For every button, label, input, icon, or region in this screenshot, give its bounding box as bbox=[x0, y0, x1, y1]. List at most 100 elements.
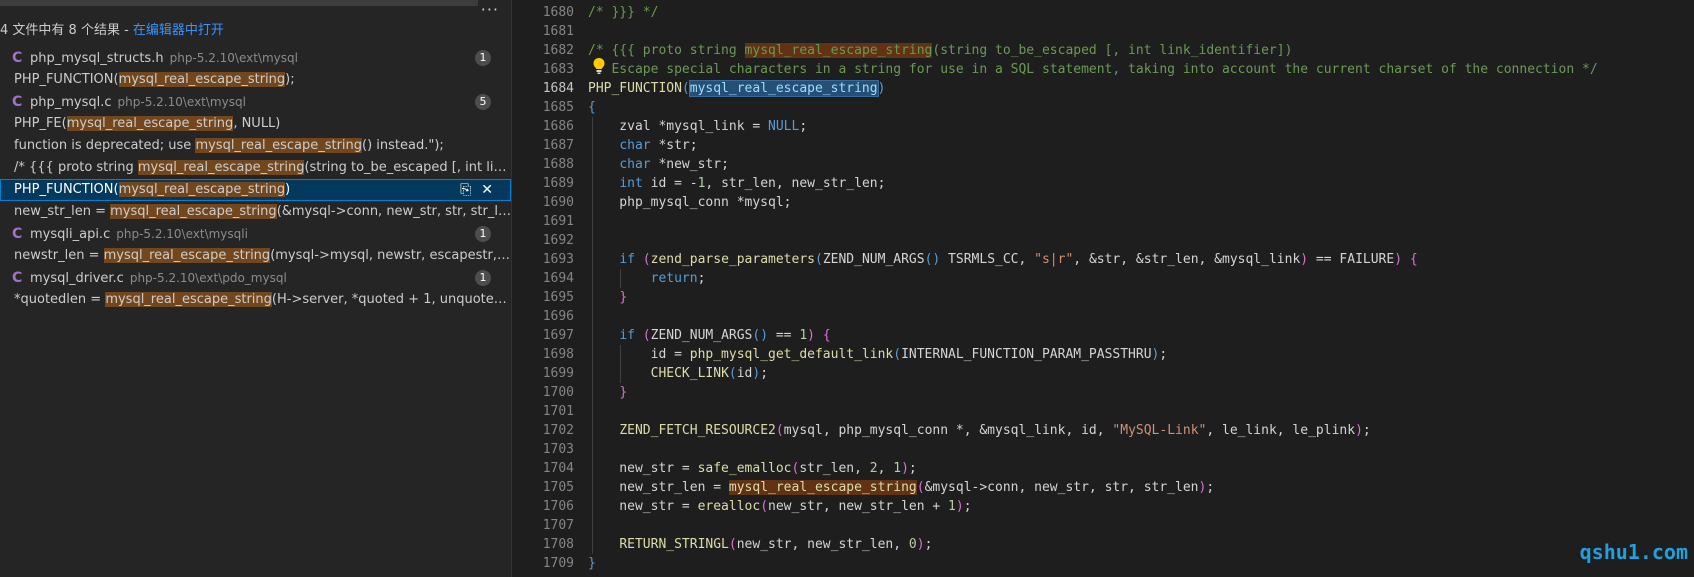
code-token: safe_emalloc bbox=[697, 461, 792, 476]
line-number: 1708 bbox=[542, 537, 574, 552]
search-summary-text: 4 文件中有 8 个结果 - bbox=[0, 23, 133, 38]
search-match-row[interactable]: newstr_len = mysql_real_escape_string(my… bbox=[0, 245, 511, 267]
file-path: php-5.2.10\ext\mysql bbox=[169, 51, 298, 65]
line-number: 1703 bbox=[542, 442, 574, 457]
file-name: mysql_driver.c bbox=[30, 271, 124, 286]
code-token: ; bbox=[799, 119, 808, 134]
code-line[interactable]: } bbox=[588, 288, 627, 307]
search-match-row[interactable]: new_str_len = mysql_real_escape_string(&… bbox=[0, 201, 511, 223]
search-match-row[interactable]: function is deprecated; use mysql_real_e… bbox=[0, 135, 511, 157]
code-token: char bbox=[619, 157, 651, 172]
match-highlight: mysql_real_escape_string bbox=[118, 72, 286, 87]
code-line[interactable]: Escape special characters in a string fo… bbox=[588, 60, 1598, 79]
code-token: ( bbox=[642, 328, 651, 343]
search-match-row[interactable]: PHP_FE(mysql_real_escape_string, NULL) bbox=[0, 113, 511, 135]
code-line[interactable]: zval *mysql_link = NULL; bbox=[588, 117, 807, 136]
code-line[interactable]: new_str_len = mysql_real_escape_string(&… bbox=[588, 478, 1214, 497]
code-line[interactable]: id = php_mysql_get_default_link(INTERNAL… bbox=[588, 345, 1168, 364]
open-in-editor-link[interactable]: 在编辑器中打开 bbox=[133, 23, 224, 38]
line-number: 1699 bbox=[542, 366, 574, 381]
code-token: ) bbox=[1394, 252, 1403, 267]
code-line[interactable]: { bbox=[588, 98, 596, 117]
search-file-row[interactable]: Cmysql_driver.c php-5.2.10\ext\pdo_mysql 1 bbox=[0, 267, 511, 289]
file-path: php-5.2.10\ext\mysqli bbox=[116, 227, 248, 241]
code-line[interactable]: /* }}} */ bbox=[588, 3, 658, 22]
match-count-badge: 1 bbox=[475, 270, 491, 286]
code-token: ) bbox=[955, 499, 964, 514]
code-line[interactable]: } bbox=[588, 554, 596, 573]
code-token: ) bbox=[807, 328, 815, 343]
match-suffix: (&mysql->conn, new_str, str, str_len); bbox=[276, 204, 511, 219]
line-number: 1686 bbox=[542, 119, 574, 134]
match-suffix: , NULL) bbox=[233, 116, 281, 131]
file-path: php-5.2.10\ext\pdo_mysql bbox=[129, 271, 287, 285]
code-line[interactable]: /* {{{ proto string mysql_real_escape_st… bbox=[588, 41, 1292, 60]
code-token: ; bbox=[963, 499, 972, 514]
code-token: php_mysql_conn *mysql; bbox=[588, 195, 792, 210]
line-number: 1694 bbox=[542, 271, 574, 286]
code-token: ; bbox=[1159, 347, 1168, 362]
code-line[interactable]: char *str; bbox=[588, 136, 697, 155]
code-token: ; bbox=[760, 366, 769, 381]
code-line[interactable]: int id = -1, str_len, new_str_len; bbox=[588, 174, 885, 193]
search-match-row[interactable]: PHP_FUNCTION(mysql_real_escape_string); bbox=[0, 69, 511, 91]
code-token: (string to_be_escaped [, int link_identi… bbox=[932, 43, 1293, 58]
code-line[interactable]: ZEND_FETCH_RESOURCE2(mysql, php_mysql_co… bbox=[588, 421, 1370, 440]
code-token: ZEND_NUM_ARGS bbox=[650, 328, 753, 343]
replace-icon[interactable]: ⎘ bbox=[460, 182, 471, 198]
search-match-row[interactable]: /* {{{ proto string mysql_real_escape_st… bbox=[0, 157, 511, 179]
code-line[interactable]: char *new_str; bbox=[588, 155, 729, 174]
code-token: zval *mysql_link = bbox=[588, 119, 769, 134]
line-number: 1690 bbox=[542, 195, 574, 210]
line-number: 1680 bbox=[542, 5, 574, 20]
line-number: 1704 bbox=[542, 461, 574, 476]
code-token: php_mysql_get_default_link bbox=[689, 347, 894, 362]
code-token: ( bbox=[760, 499, 769, 514]
watermark: qshu1.com bbox=[1579, 540, 1688, 564]
code-token: ; bbox=[924, 537, 933, 552]
line-number: 1705 bbox=[542, 480, 574, 495]
code-token: ) bbox=[1355, 423, 1363, 438]
code-token: id = bbox=[588, 347, 690, 362]
file-name: php_mysql.c bbox=[30, 95, 112, 110]
code-line[interactable]: if (zend_parse_parameters(ZEND_NUM_ARGS(… bbox=[588, 250, 1417, 269]
code-line[interactable]: new_str = erealloc(new_str, new_str_len … bbox=[588, 497, 972, 516]
close-icon[interactable]: ✕ bbox=[481, 182, 493, 198]
search-file-row[interactable]: Cphp_mysql_structs.h php-5.2.10\ext\mysql… bbox=[0, 47, 511, 69]
lightbulb-icon[interactable] bbox=[592, 57, 606, 75]
code-line[interactable]: PHP_FUNCTION(mysql_real_escape_string) bbox=[588, 79, 885, 98]
match-suffix: (string to_be_escaped [, int link_identi… bbox=[304, 160, 511, 175]
code-line[interactable]: new_str = safe_emalloc(str_len, 2, 1); bbox=[588, 459, 917, 478]
match-count-badge: 1 bbox=[475, 226, 491, 242]
code-token: new_str_len = bbox=[588, 480, 729, 495]
c-file-icon: C bbox=[12, 94, 23, 110]
file-name: php_mysql_structs.h bbox=[30, 51, 164, 66]
code-lines[interactable]: /* }}} */ /* {{{ proto string mysql_real_… bbox=[588, 0, 1688, 577]
code-line[interactable]: } bbox=[588, 383, 627, 402]
code-token: ( bbox=[916, 480, 925, 495]
line-number: 1701 bbox=[542, 404, 574, 419]
code-editor[interactable]: 1680 1681 1682 1683 1684 1685 1686 1687 1688 1689… bbox=[512, 0, 1694, 577]
search-match-row[interactable]: *quotedlen = mysql_real_escape_string(H-… bbox=[0, 289, 511, 311]
search-file-row[interactable]: Cphp_mysql.c php-5.2.10\ext\mysql 5 bbox=[0, 91, 511, 113]
line-number: 1687 bbox=[542, 138, 574, 153]
code-token: return bbox=[650, 271, 698, 286]
code-token: /* }}} */ bbox=[588, 5, 659, 20]
code-line[interactable]: php_mysql_conn *mysql; bbox=[588, 193, 792, 212]
ellipsis-icon[interactable]: ··· bbox=[481, 2, 499, 18]
search-file-row[interactable]: Cmysqli_api.c php-5.2.10\ext\mysqli 1 bbox=[0, 223, 511, 245]
code-token: ; bbox=[908, 461, 917, 476]
code-line[interactable]: return; bbox=[588, 269, 706, 288]
search-match-row-selected[interactable]: PHP_FUNCTION(mysql_real_escape_string) ⎘ ✕ bbox=[0, 179, 511, 201]
line-number: 1698 bbox=[542, 347, 574, 362]
code-line[interactable]: CHECK_LINK(id); bbox=[588, 364, 768, 383]
code-line[interactable]: RETURN_STRINGL(new_str, new_str_len, 0); bbox=[588, 535, 932, 554]
code-token: , le_link, le_plink bbox=[1206, 423, 1356, 438]
match-count-badge: 5 bbox=[475, 94, 491, 110]
code-token: ) bbox=[916, 537, 925, 552]
line-number: 1685 bbox=[542, 100, 574, 115]
code-token: Escape special characters in a string fo… bbox=[588, 62, 1598, 77]
code-line[interactable]: if (ZEND_NUM_ARGS() == 1) { bbox=[588, 326, 830, 345]
code-token: mysql, php_mysql_conn *, &mysql_link, id… bbox=[783, 423, 1113, 438]
match-highlight: mysql_real_escape_string bbox=[103, 248, 271, 263]
